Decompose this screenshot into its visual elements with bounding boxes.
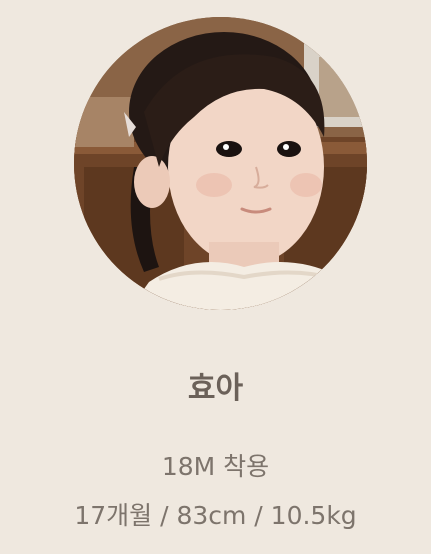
child-portrait-photo [74,17,367,310]
profile-stats: 17개월 / 83cm / 10.5kg [74,501,357,530]
size-label: 18M 착용 [161,452,270,481]
profile-name: 효아 [187,371,244,406]
profile-photo [74,17,367,310]
